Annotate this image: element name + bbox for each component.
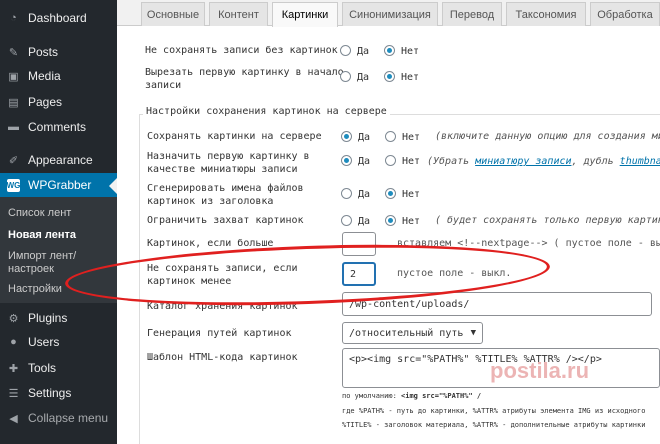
submenu-feed-list[interactable]: Список лент — [8, 207, 71, 220]
dashboard-icon: ◔ — [10, 12, 17, 24]
active-menu-arrow — [109, 178, 117, 194]
label-path-gen: Генерация путей картинок — [147, 328, 292, 339]
tab-main[interactable]: Основные — [141, 2, 205, 26]
tab-processing[interactable]: Обработка — [590, 2, 660, 26]
menu-users[interactable]: ● Users — [0, 330, 117, 354]
label-less-than-2: картинок менее — [147, 276, 232, 287]
radio-no-images-yes[interactable] — [340, 45, 351, 56]
radio-label-no: Нет — [402, 132, 421, 143]
label-thumbnail: Назначить первую картинку в — [147, 151, 310, 162]
tab-content[interactable]: Контент — [209, 2, 268, 26]
radio-no-images-no[interactable] — [384, 45, 395, 56]
link-thumbnail-duplicate[interactable]: thumbnail — [620, 156, 660, 167]
radio-label-no: Нет — [401, 46, 420, 57]
radio-cut-first-yes[interactable] — [340, 71, 351, 82]
radio-cut-first-no[interactable] — [384, 71, 395, 82]
note-thumbnail: (Убрать миниатюру записи, дубль thumbnai… — [427, 155, 660, 168]
menu-appearance[interactable]: ✐ Appearance — [0, 148, 117, 172]
radio-label-yes: Да — [357, 72, 370, 83]
radio-label-yes: Да — [358, 216, 371, 227]
settings-tabs: Основные Контент Картинки Синонимизация … — [117, 0, 660, 27]
help-title: %TITLE% - заголовок материала, %ATTR% - … — [342, 421, 646, 429]
wrench-icon: ✚ — [8, 362, 19, 375]
radio-save-no[interactable] — [385, 131, 396, 142]
section-title: Настройки сохранения картинок на сервере — [143, 106, 390, 117]
label-save-on-server: Сохранять картинки на сервере — [147, 131, 322, 142]
submenu-import-line2[interactable]: настроек — [8, 263, 54, 276]
radio-gen-no[interactable] — [385, 188, 396, 199]
chevron-down-icon: ▼ — [470, 328, 476, 338]
help-default: по умолчанию: <img src="%PATH%" / — [342, 392, 482, 400]
radio-label-no: Нет — [401, 72, 420, 83]
menu-posts[interactable]: ✎ Posts — [0, 40, 117, 64]
more-than-input[interactable] — [342, 232, 376, 256]
watermark: postila.ru — [490, 358, 590, 383]
radio-label-no: Нет — [402, 216, 421, 227]
option-label-cut-first: Вырезать первую картинку в начало — [145, 67, 344, 78]
menu-tools[interactable]: ✚ Tools — [0, 356, 117, 380]
radio-label-yes: Да — [358, 156, 371, 167]
collapse-icon: ◀ — [9, 412, 18, 425]
radio-save-yes[interactable] — [341, 131, 352, 142]
plugin-icon: ⚙ — [8, 312, 19, 325]
wpgrabber-logo-icon: WG — [6, 178, 21, 192]
media-icon: ▣ — [8, 70, 19, 83]
label-gen-names-2: картинок из заголовка — [147, 196, 274, 207]
less-than-input[interactable]: 2 — [342, 262, 376, 286]
submenu-settings[interactable]: Настройки — [8, 283, 62, 296]
tab-translation[interactable]: Перевод — [442, 2, 502, 26]
menu-collapse[interactable]: ◀ Collapse menu — [0, 406, 117, 430]
radio-thumb-yes[interactable] — [341, 155, 352, 166]
link-thumbnail[interactable]: миниатюру записи — [475, 156, 571, 167]
menu-plugins[interactable]: ⚙ Plugins — [0, 306, 117, 330]
radio-label-yes: Да — [358, 132, 371, 143]
tab-synonymization[interactable]: Синонимизация — [342, 2, 438, 26]
label-gen-names: Сгенерировать имена файлов — [147, 183, 304, 194]
radio-label-no: Нет — [402, 156, 421, 167]
comment-icon: ▬ — [8, 121, 19, 133]
label-limit: Ограничить захват картинок — [147, 215, 304, 226]
radio-limit-no[interactable] — [385, 215, 396, 226]
menu-wpgrabber[interactable]: WG WPGrabber — [0, 173, 117, 197]
label-catalog: Каталог хранения картинок — [147, 301, 298, 312]
tab-images[interactable]: Картинки — [272, 2, 338, 27]
label-more-than: Картинок, если больше — [147, 238, 274, 249]
submenu-import[interactable]: Импорт лент/ — [8, 250, 76, 263]
brush-icon: ✐ — [8, 154, 19, 167]
radio-label-yes: Да — [357, 46, 370, 57]
radio-label-yes: Да — [358, 189, 371, 200]
menu-pages[interactable]: ▤ Pages — [0, 90, 117, 114]
settings-icon: ☰ — [8, 387, 19, 400]
menu-settings[interactable]: ☰ Settings — [0, 381, 117, 405]
radio-gen-yes[interactable] — [341, 188, 352, 199]
more-than-hint: вставляем <!--nextpage--> ( пустое поле … — [397, 238, 660, 249]
option-label-cut-first-2: записи — [145, 80, 182, 91]
label-template: Шаблон HTML-кода картинок — [147, 352, 298, 363]
tab-taxonomy[interactable]: Таксономия — [506, 2, 586, 26]
submenu-new-feed[interactable]: Новая лента — [8, 229, 76, 242]
menu-comments[interactable]: ▬ Comments — [0, 115, 117, 139]
option-label-no-images: Не сохранять записи без картинок — [145, 45, 338, 56]
pages-icon: ▤ — [8, 96, 19, 109]
catalog-input[interactable]: /wp-content/uploads/ — [342, 292, 652, 316]
radio-label-no: Нет — [402, 189, 421, 200]
admin-sidebar: ◔ Dashboard ✎ Posts ▣ Media ▤ Pages ▬ Comment… — [0, 0, 117, 444]
less-than-hint: пустое поле - выкл. — [397, 268, 512, 279]
path-gen-select[interactable]: /относительный путь ▼ — [342, 322, 483, 344]
menu-media[interactable]: ▣ Media — [0, 64, 117, 88]
menu-dashboard[interactable]: ◔ Dashboard — [0, 6, 117, 30]
radio-thumb-no[interactable] — [385, 155, 396, 166]
note-limit: ( будет сохранять только первую картинк — [435, 215, 660, 226]
label-less-than: Не сохранять записи, если — [147, 263, 298, 274]
users-icon: ● — [10, 336, 17, 348]
label-thumbnail-2: качестве миниатюры записи — [147, 164, 298, 175]
note-save: (включите данную опцию для создания мини… — [435, 131, 660, 142]
help-path: где %PATH% - путь до картинки, %ATTR% ат… — [342, 407, 646, 415]
wpgrabber-submenu: Список лент Новая лента Импорт лент/ нас… — [0, 197, 117, 303]
radio-limit-yes[interactable] — [341, 215, 352, 226]
pushpin-icon: ✎ — [8, 46, 19, 59]
